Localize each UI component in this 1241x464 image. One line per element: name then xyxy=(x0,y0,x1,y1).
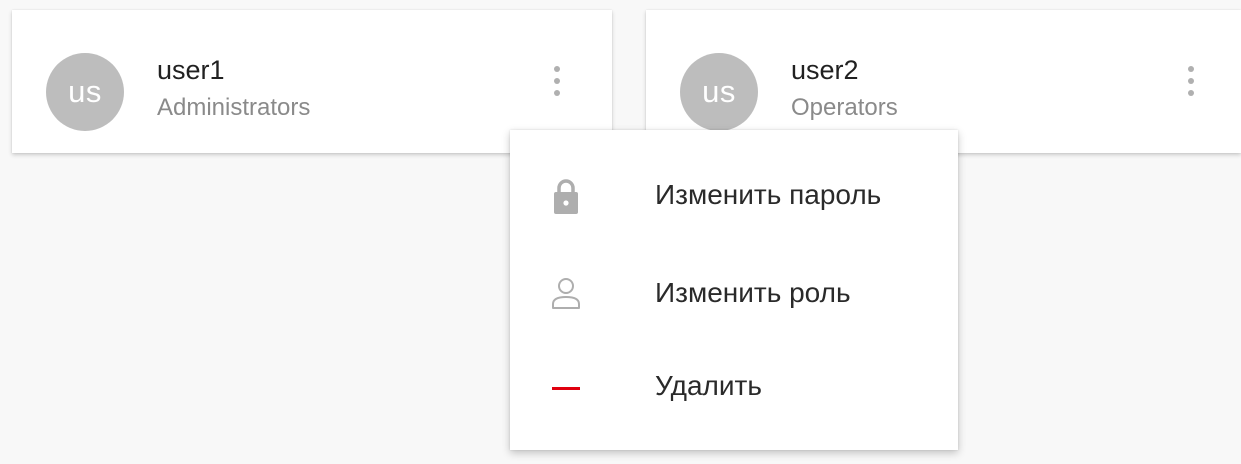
menu-item-change-role[interactable]: Изменить роль xyxy=(510,254,958,334)
avatar: us xyxy=(680,53,758,131)
avatar: us xyxy=(46,53,124,131)
menu-item-label: Изменить роль xyxy=(655,277,851,308)
user-group: Operators xyxy=(791,94,898,121)
minus-icon xyxy=(548,367,584,407)
lock-icon xyxy=(548,176,584,216)
menu-item-label: Изменить пароль xyxy=(655,179,882,210)
user-group: Administrators xyxy=(157,94,311,121)
user-name: user1 xyxy=(157,55,225,85)
menu-item-delete[interactable]: Удалить xyxy=(510,347,958,427)
more-vert-icon[interactable] xyxy=(542,62,572,102)
menu-item-change-password[interactable]: Изменить пароль xyxy=(510,156,958,236)
more-vert-icon[interactable] xyxy=(1176,62,1206,102)
context-menu: Изменить пароль Изменить роль Удалить xyxy=(510,130,958,450)
menu-item-label: Удалить xyxy=(655,370,762,401)
user-name: user2 xyxy=(791,55,859,85)
person-icon xyxy=(548,274,584,314)
